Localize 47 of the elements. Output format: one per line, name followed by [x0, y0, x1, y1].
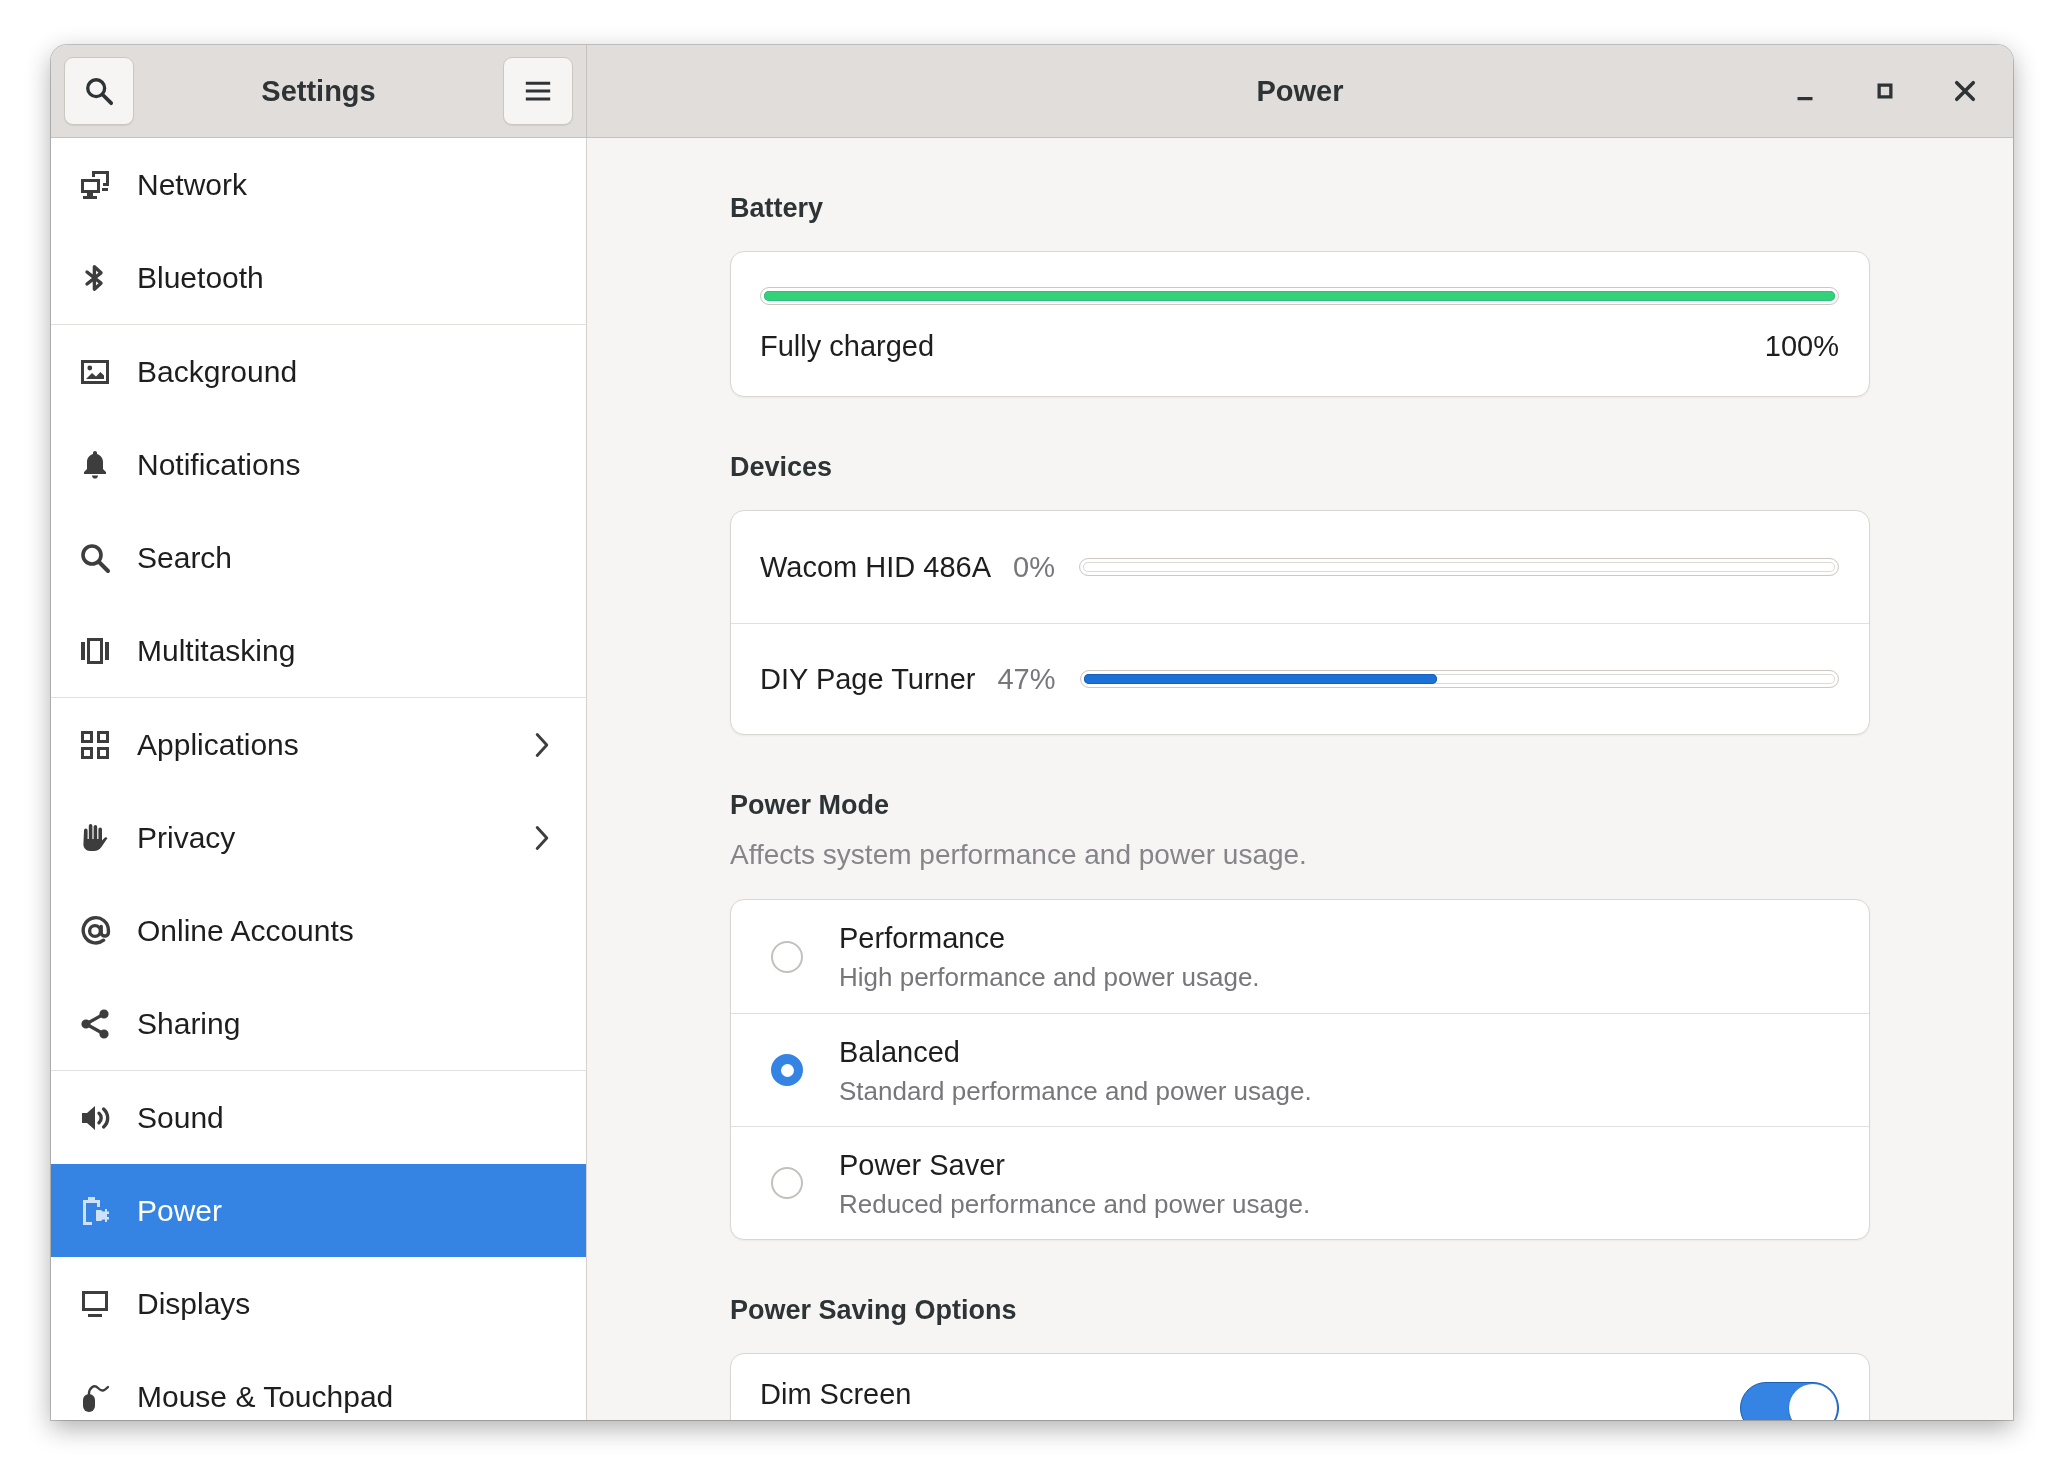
section-description: Affects system performance and power usage.	[730, 838, 1308, 872]
device-name: Wacom HID 486A	[760, 550, 991, 585]
section-heading: Power Saving Options	[730, 1294, 1018, 1327]
search-icon	[79, 541, 111, 574]
sidebar-item[interactable]: Search	[51, 511, 586, 604]
device-name: DIY Page Turner	[760, 662, 976, 697]
option-description: Reduced performance and power usage.	[839, 1187, 1311, 1220]
radio-button[interactable]	[771, 1054, 803, 1086]
sidebar-item[interactable]: Online Accounts	[51, 884, 586, 977]
radio-button[interactable]	[771, 1167, 803, 1199]
menu-button[interactable]	[503, 57, 573, 125]
sidebar-item[interactable]: Multitasking	[51, 604, 586, 697]
toggle-switch[interactable]	[1740, 1382, 1839, 1420]
page-title: Power	[1256, 74, 1344, 108]
section-heading: Battery	[730, 192, 825, 225]
share-icon	[79, 1007, 111, 1040]
search-icon	[84, 76, 114, 106]
sidebar-item[interactable]: Sharing	[51, 977, 586, 1070]
sidebar-item[interactable]: Bluetooth	[51, 231, 586, 324]
sidebar-item[interactable]: Mouse & Touchpad	[51, 1350, 586, 1420]
search-button[interactable]	[64, 57, 134, 125]
section-heading: Devices	[730, 451, 834, 484]
sidebar-item[interactable]: Sound	[51, 1071, 586, 1164]
sidebar-item[interactable]: Background	[51, 325, 586, 418]
section-heading: Power Mode	[730, 789, 891, 822]
grid-icon	[79, 728, 111, 761]
sidebar-item[interactable]: Displays	[51, 1257, 586, 1350]
radio-button[interactable]	[771, 940, 803, 973]
sidebar-item[interactable]: Applications	[51, 698, 586, 791]
at-sign-icon	[79, 914, 111, 947]
device-percent: 0%	[1013, 550, 1055, 585]
option-description: High performance and power usage.	[839, 961, 1260, 993]
sidebar-item[interactable]: Network	[51, 138, 586, 231]
sidebar-item[interactable]: Privacy	[51, 791, 586, 884]
option-label: Balanced	[839, 1034, 961, 1070]
battery-status: Fully charged	[760, 329, 935, 364]
app-title: Settings	[261, 74, 376, 108]
option-label: Performance	[839, 921, 1006, 956]
device-percent: 47%	[997, 662, 1056, 697]
battery-percent: 100%	[1764, 329, 1839, 364]
computers-icon	[79, 168, 111, 201]
option-description: Standard performance and power usage.	[839, 1074, 1312, 1107]
sidebar-item[interactable]: Notifications	[51, 418, 586, 511]
sidebar-item[interactable]: Power	[51, 1164, 586, 1257]
setting-label: Dim Screen	[760, 1377, 912, 1412]
option-label: Power Saver	[839, 1147, 1006, 1183]
close-icon[interactable]	[1953, 79, 1977, 103]
